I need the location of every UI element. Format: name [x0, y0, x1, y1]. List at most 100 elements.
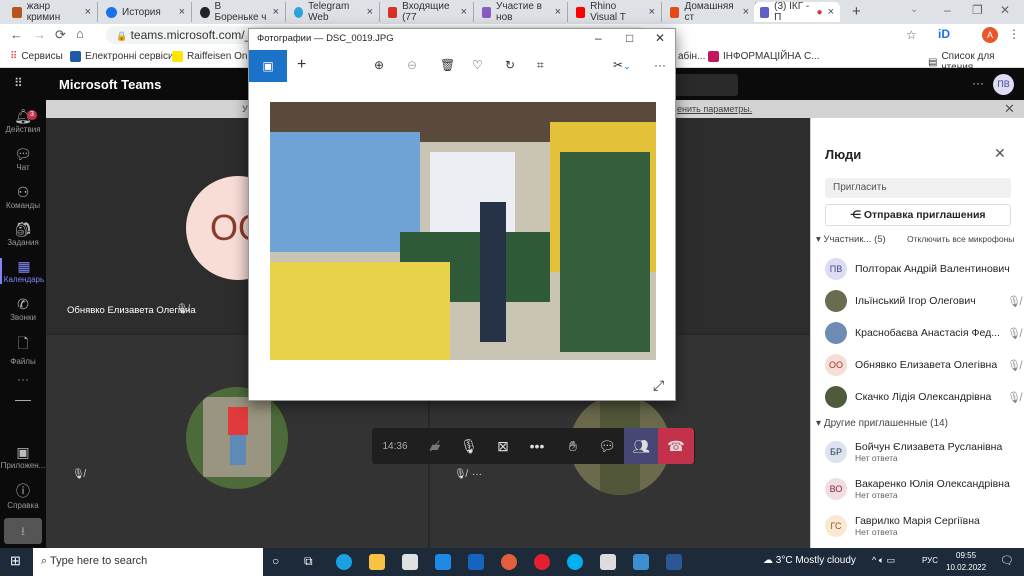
tab-6[interactable]: Участие в нов × [476, 1, 568, 23]
star-icon[interactable]: ☆ [906, 28, 917, 42]
share-invite-button[interactable]: ⋲ Отправка приглашения [825, 204, 1011, 226]
rail-chat[interactable]: 💬︎ Чат [0, 146, 46, 172]
participant-row[interactable]: ПВ Полторак Андрій Валентинович [825, 255, 1021, 283]
share-screen-button[interactable]: ⊠ [486, 428, 520, 464]
mic-button[interactable]: 🎙︎ [452, 428, 486, 464]
close-icon[interactable]: × [828, 6, 834, 18]
task-view-icon[interactable]: ⧉ [304, 554, 313, 569]
back-icon[interactable]: ← [10, 27, 23, 42]
delete-icon[interactable]: 🗑︎ [440, 58, 455, 72]
rail-activity[interactable]: 🔔︎ Действия 3 [0, 108, 46, 134]
mute-all-link[interactable]: Отключить все микрофоны [907, 234, 1014, 244]
tab-3[interactable]: В Бореньке ч × [194, 1, 286, 23]
profile-avatar[interactable]: A [982, 27, 998, 43]
zoom-out-icon[interactable]: ⊖ [407, 58, 417, 72]
close-icon[interactable]: × [273, 6, 279, 18]
tab-9-active[interactable]: (3) ІКГ - П ● × [754, 1, 840, 23]
maximize-button[interactable]: ❐ [972, 3, 983, 17]
tab-search-icon[interactable]: ⌄ [910, 4, 918, 15]
crop-icon[interactable]: ⌗ [537, 58, 544, 73]
clock-date[interactable]: 10.02.2022 [946, 563, 986, 572]
tab-4[interactable]: Telegram Web × [288, 1, 380, 23]
tab-8[interactable]: Домашняя ст × [664, 1, 756, 23]
view-image-button[interactable]: ▣ [249, 50, 287, 82]
close-window-button[interactable]: ✕ [1000, 3, 1010, 17]
close-icon[interactable]: × [461, 6, 467, 18]
extension-icon[interactable]: iD [938, 27, 950, 41]
close-button[interactable]: ✕ [655, 31, 665, 45]
cortana-icon[interactable]: ○ [272, 554, 279, 568]
banner-close-icon[interactable]: ✕ [1004, 101, 1015, 117]
opera-icon[interactable] [534, 554, 550, 570]
raise-hand-button[interactable]: ✋︎ [556, 428, 590, 464]
more-options-icon[interactable]: ··· [972, 76, 984, 90]
word-icon[interactable] [666, 554, 682, 570]
participant-row[interactable]: Скачко Лідія Олександрівна 🎙︎̸ [825, 383, 1021, 411]
hang-up-button[interactable]: ☎︎ [658, 428, 694, 464]
more-options-icon[interactable]: ··· [472, 469, 482, 480]
user-avatar[interactable]: ПВ [993, 74, 1014, 95]
weather-widget[interactable]: ☁ 3°C Mostly cloudy [763, 555, 856, 566]
invite-input[interactable]: Пригласить [825, 178, 1011, 198]
download-button[interactable]: ⭳ [4, 518, 42, 544]
rail-apps[interactable]: ▣ Приложен... [0, 444, 46, 470]
participant-row[interactable]: Ільїнський Ігор Олегович 🎙︎̸ [825, 287, 1021, 315]
edit-icon[interactable]: ✂︎⌄ [613, 58, 631, 72]
participants-section-header[interactable]: ▾ Участник... (5) Отключить все микрофоны [816, 234, 1016, 245]
rail-calls[interactable]: ✆ Звонки [0, 296, 46, 322]
clock-time[interactable]: 09:55 [956, 551, 976, 560]
more-icon[interactable]: ··· [654, 58, 666, 72]
close-icon[interactable]: × [367, 6, 373, 18]
mail-icon[interactable] [435, 554, 451, 570]
rhino-icon[interactable] [600, 554, 616, 570]
menu-icon[interactable]: ⋮ [1008, 27, 1020, 41]
rail-more[interactable]: ··· [0, 372, 46, 386]
new-tab-button[interactable]: + [852, 3, 861, 20]
maximize-button[interactable]: □ [626, 31, 633, 45]
app-icon[interactable] [468, 554, 484, 570]
add-icon[interactable]: + [297, 56, 306, 74]
windows-start-icon[interactable]: ⊞ [10, 553, 21, 569]
rail-teams[interactable]: ⚇ Команды [0, 184, 46, 210]
participants-button[interactable]: 👥︎ [624, 428, 658, 464]
store-icon[interactable] [402, 554, 418, 570]
zoom-in-icon[interactable]: ⊕ [374, 58, 384, 72]
bookmark-e-services[interactable]: Електронні сервіси... [70, 51, 182, 62]
favorite-icon[interactable]: ♡ [472, 58, 483, 72]
others-section-header[interactable]: ▾ Другие приглашенные (14) [816, 418, 948, 429]
close-icon[interactable]: × [555, 6, 561, 18]
tab-7[interactable]: Rhino Visual T × [570, 1, 662, 23]
participant-row[interactable]: Краснобаєва Анастасія Фед... 🎙︎̸ [825, 319, 1021, 347]
invitee-row[interactable]: ГС Гаврилко Марія Сергіївна Нет ответа [825, 510, 1021, 542]
invitee-row[interactable]: ВО Вакаренко Юлія Олександрівна Нет ответа [825, 473, 1021, 505]
tab-1[interactable]: жанр кримин × [6, 1, 98, 23]
bookmark-info[interactable]: ІНФОРМАЦІЙНА С... [708, 51, 820, 62]
rail-files[interactable]: 🗋 Файлы [0, 333, 46, 366]
bookmark-services[interactable]: ⠿ Сервисы [10, 51, 63, 62]
language-indicator[interactable]: РУС [922, 556, 938, 565]
close-panel-icon[interactable]: ✕ [994, 145, 1006, 162]
close-icon[interactable]: × [649, 6, 655, 18]
close-icon[interactable]: × [179, 6, 185, 18]
bookmark-cabinet[interactable]: абін... [678, 51, 705, 62]
tab-2[interactable]: История × [100, 2, 192, 22]
participant-row[interactable]: ОО Обнявко Елизавета Олегівна 🎙︎̸ [825, 351, 1021, 379]
rail-help[interactable]: ⓘ Справка [0, 481, 46, 510]
fullscreen-icon[interactable]: ⤢ [653, 377, 664, 394]
close-icon[interactable]: × [85, 6, 91, 18]
rotate-icon[interactable]: ↻ [505, 58, 515, 72]
file-explorer-icon[interactable] [369, 554, 385, 570]
tray-icons[interactable]: ^ 🔈︎ ▭ [872, 555, 895, 566]
more-actions-button[interactable]: ••• [520, 428, 554, 464]
chat-button[interactable]: 💬︎ [590, 428, 624, 464]
camera-off-button[interactable]: ▰̸ [418, 428, 452, 464]
app-launcher-icon[interactable]: ⠿ [14, 76, 23, 90]
chrome-icon[interactable] [501, 554, 517, 570]
tab-5[interactable]: Входящие (77 × [382, 1, 474, 23]
reload-icon[interactable]: ⟳ [55, 27, 66, 43]
invitee-row[interactable]: БР Бойчун Єлизавета Русланівна Нет ответа [825, 436, 1021, 468]
minimize-button[interactable]: – [944, 3, 951, 17]
rail-calendar[interactable]: ▦ Календарь [0, 258, 46, 284]
notifications-icon[interactable]: 🗨︎ [1000, 554, 1014, 567]
close-icon[interactable]: × [743, 6, 749, 18]
